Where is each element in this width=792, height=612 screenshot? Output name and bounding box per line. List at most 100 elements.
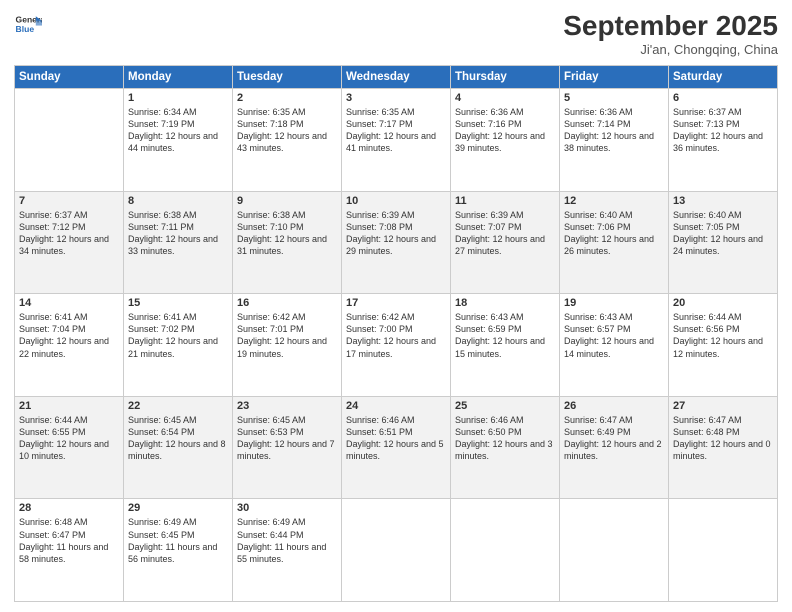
day-info: Sunrise: 6:38 AM Sunset: 7:11 PM Dayligh…	[128, 209, 228, 258]
day-info: Sunrise: 6:44 AM Sunset: 6:55 PM Dayligh…	[19, 414, 119, 463]
weekday-header-friday: Friday	[560, 66, 669, 89]
logo-icon: General Blue	[14, 10, 42, 38]
day-info: Sunrise: 6:41 AM Sunset: 7:04 PM Dayligh…	[19, 311, 119, 360]
week-row-3: 14 Sunrise: 6:41 AM Sunset: 7:04 PM Dayli…	[15, 294, 778, 397]
weekday-header-tuesday: Tuesday	[233, 66, 342, 89]
day-cell: 9Sunrise: 6:38 AM Sunset: 7:10 PM Daylig…	[233, 191, 342, 294]
day-info: Sunrise: 6:49 AM Sunset: 6:45 PM Dayligh…	[128, 516, 228, 565]
header: General Blue September 2025 Ji'an, Chong…	[14, 10, 778, 57]
day-number: 20	[673, 297, 773, 309]
weekday-header-wednesday: Wednesday	[342, 66, 451, 89]
day-cell: 29 Sunrise: 6:49 AM Sunset: 6:45 PM Dayli…	[124, 499, 233, 602]
day-cell: 12Sunrise: 6:40 AM Sunset: 7:06 PM Dayli…	[560, 191, 669, 294]
svg-text:Blue: Blue	[16, 24, 35, 34]
day-number: 23	[237, 400, 337, 412]
day-cell: 25Sunrise: 6:46 AM Sunset: 6:50 PM Dayli…	[451, 396, 560, 499]
day-cell: 14 Sunrise: 6:41 AM Sunset: 7:04 PM Dayli…	[15, 294, 124, 397]
day-cell	[15, 89, 124, 192]
day-number: 8	[128, 195, 228, 207]
day-cell: 23 Sunrise: 6:45 AM Sunset: 6:53 PM Dayli…	[233, 396, 342, 499]
day-cell: 8 Sunrise: 6:38 AM Sunset: 7:11 PM Daylig…	[124, 191, 233, 294]
day-cell	[451, 499, 560, 602]
day-cell: 15 Sunrise: 6:41 AM Sunset: 7:02 PM Dayli…	[124, 294, 233, 397]
day-number: 4	[455, 92, 555, 104]
day-info: Sunrise: 6:42 AM Sunset: 7:01 PM Dayligh…	[237, 311, 337, 360]
week-row-2: 7 Sunrise: 6:37 AM Sunset: 7:12 PM Daylig…	[15, 191, 778, 294]
day-info: Sunrise: 6:37 AM Sunset: 7:12 PM Dayligh…	[19, 209, 119, 258]
day-number: 11	[455, 195, 555, 207]
day-cell: 3 Sunrise: 6:35 AM Sunset: 7:17 PM Daylig…	[342, 89, 451, 192]
day-cell: 2Sunrise: 6:35 AM Sunset: 7:18 PM Daylig…	[233, 89, 342, 192]
weekday-header-monday: Monday	[124, 66, 233, 89]
week-row-4: 21 Sunrise: 6:44 AM Sunset: 6:55 PM Dayli…	[15, 396, 778, 499]
day-cell: 11 Sunrise: 6:39 AM Sunset: 7:07 PM Dayli…	[451, 191, 560, 294]
day-number: 17	[346, 297, 446, 309]
day-info: Sunrise: 6:45 AM Sunset: 6:53 PM Dayligh…	[237, 414, 337, 463]
day-cell: 7 Sunrise: 6:37 AM Sunset: 7:12 PM Daylig…	[15, 191, 124, 294]
day-cell: 28Sunrise: 6:48 AM Sunset: 6:47 PM Dayli…	[15, 499, 124, 602]
day-cell: 21 Sunrise: 6:44 AM Sunset: 6:55 PM Dayli…	[15, 396, 124, 499]
day-number: 21	[19, 400, 119, 412]
day-number: 19	[564, 297, 664, 309]
day-cell	[560, 499, 669, 602]
day-info: Sunrise: 6:35 AM Sunset: 7:18 PM Dayligh…	[237, 106, 337, 155]
day-info: Sunrise: 6:40 AM Sunset: 7:05 PM Dayligh…	[673, 209, 773, 258]
day-cell: 17 Sunrise: 6:42 AM Sunset: 7:00 PM Dayli…	[342, 294, 451, 397]
day-cell: 18 Sunrise: 6:43 AM Sunset: 6:59 PM Dayli…	[451, 294, 560, 397]
day-info: Sunrise: 6:38 AM Sunset: 7:10 PM Dayligh…	[237, 209, 337, 258]
day-info: Sunrise: 6:47 AM Sunset: 6:48 PM Dayligh…	[673, 414, 773, 463]
day-number: 3	[346, 92, 446, 104]
day-number: 7	[19, 195, 119, 207]
week-row-1: 1Sunrise: 6:34 AM Sunset: 7:19 PM Daylig…	[15, 89, 778, 192]
day-number: 10	[346, 195, 446, 207]
day-number: 27	[673, 400, 773, 412]
day-cell	[342, 499, 451, 602]
day-info: Sunrise: 6:49 AM Sunset: 6:44 PM Dayligh…	[237, 516, 337, 565]
day-cell: 6 Sunrise: 6:37 AM Sunset: 7:13 PM Daylig…	[669, 89, 778, 192]
calendar-table: SundayMondayTuesdayWednesdayThursdayFrid…	[14, 65, 778, 602]
week-row-5: 28Sunrise: 6:48 AM Sunset: 6:47 PM Dayli…	[15, 499, 778, 602]
day-info: Sunrise: 6:39 AM Sunset: 7:07 PM Dayligh…	[455, 209, 555, 258]
day-cell: 10 Sunrise: 6:39 AM Sunset: 7:08 PM Dayli…	[342, 191, 451, 294]
day-info: Sunrise: 6:43 AM Sunset: 6:59 PM Dayligh…	[455, 311, 555, 360]
day-info: Sunrise: 6:48 AM Sunset: 6:47 PM Dayligh…	[19, 516, 119, 565]
day-info: Sunrise: 6:47 AM Sunset: 6:49 PM Dayligh…	[564, 414, 664, 463]
day-cell: 5 Sunrise: 6:36 AM Sunset: 7:14 PM Daylig…	[560, 89, 669, 192]
day-info: Sunrise: 6:35 AM Sunset: 7:17 PM Dayligh…	[346, 106, 446, 155]
day-info: Sunrise: 6:41 AM Sunset: 7:02 PM Dayligh…	[128, 311, 228, 360]
day-cell: 4 Sunrise: 6:36 AM Sunset: 7:16 PM Daylig…	[451, 89, 560, 192]
day-number: 14	[19, 297, 119, 309]
day-info: Sunrise: 6:36 AM Sunset: 7:16 PM Dayligh…	[455, 106, 555, 155]
day-cell: 27 Sunrise: 6:47 AM Sunset: 6:48 PM Dayli…	[669, 396, 778, 499]
day-cell: 26Sunrise: 6:47 AM Sunset: 6:49 PM Dayli…	[560, 396, 669, 499]
day-cell: 30 Sunrise: 6:49 AM Sunset: 6:44 PM Dayli…	[233, 499, 342, 602]
day-info: Sunrise: 6:46 AM Sunset: 6:51 PM Dayligh…	[346, 414, 446, 463]
day-cell	[669, 499, 778, 602]
day-number: 30	[237, 502, 337, 514]
day-info: Sunrise: 6:37 AM Sunset: 7:13 PM Dayligh…	[673, 106, 773, 155]
day-info: Sunrise: 6:46 AM Sunset: 6:50 PM Dayligh…	[455, 414, 555, 463]
title-block: September 2025 Ji'an, Chongqing, China	[563, 10, 778, 57]
day-number: 12	[564, 195, 664, 207]
day-number: 15	[128, 297, 228, 309]
day-number: 1	[128, 92, 228, 104]
weekday-header-thursday: Thursday	[451, 66, 560, 89]
day-info: Sunrise: 6:44 AM Sunset: 6:56 PM Dayligh…	[673, 311, 773, 360]
location: Ji'an, Chongqing, China	[563, 42, 778, 57]
page-container: General Blue September 2025 Ji'an, Chong…	[0, 0, 792, 612]
day-number: 29	[128, 502, 228, 514]
day-cell: 24Sunrise: 6:46 AM Sunset: 6:51 PM Dayli…	[342, 396, 451, 499]
day-info: Sunrise: 6:42 AM Sunset: 7:00 PM Dayligh…	[346, 311, 446, 360]
day-cell: 20 Sunrise: 6:44 AM Sunset: 6:56 PM Dayli…	[669, 294, 778, 397]
day-number: 18	[455, 297, 555, 309]
day-info: Sunrise: 6:39 AM Sunset: 7:08 PM Dayligh…	[346, 209, 446, 258]
day-cell: 19 Sunrise: 6:43 AM Sunset: 6:57 PM Dayli…	[560, 294, 669, 397]
day-info: Sunrise: 6:43 AM Sunset: 6:57 PM Dayligh…	[564, 311, 664, 360]
weekday-header-sunday: Sunday	[15, 66, 124, 89]
day-info: Sunrise: 6:36 AM Sunset: 7:14 PM Dayligh…	[564, 106, 664, 155]
month-title: September 2025	[563, 10, 778, 42]
day-number: 6	[673, 92, 773, 104]
day-number: 5	[564, 92, 664, 104]
day-number: 22	[128, 400, 228, 412]
logo: General Blue	[14, 10, 42, 38]
